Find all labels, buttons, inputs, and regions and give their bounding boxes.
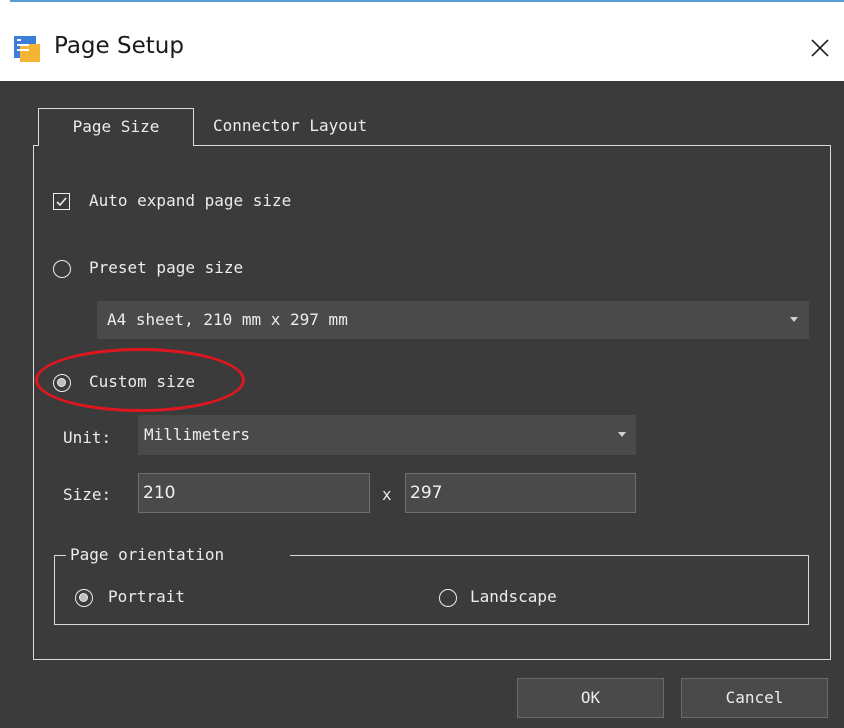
title-bar-accent-line	[10, 0, 844, 2]
chevron-down-icon	[790, 317, 798, 322]
preset-size-label[interactable]: Preset page size	[89, 258, 243, 277]
close-icon[interactable]	[800, 28, 840, 68]
auto-expand-label[interactable]: Auto expand page size	[89, 191, 291, 210]
landscape-radio[interactable]	[439, 589, 457, 607]
unit-label: Unit:	[63, 428, 112, 447]
height-field[interactable]: 297	[405, 473, 636, 513]
size-label: Size:	[63, 485, 112, 504]
cancel-button[interactable]: Cancel	[681, 678, 828, 718]
unit-select[interactable]: Millimeters	[138, 415, 636, 455]
preset-size-value: A4 sheet, 210 mm x 297 mm	[107, 310, 348, 329]
auto-expand-checkbox[interactable]	[53, 193, 70, 210]
width-field[interactable]: 210	[138, 473, 370, 513]
chevron-down-icon	[618, 432, 626, 437]
tab-connector-layout[interactable]: Connector Layout	[213, 108, 433, 146]
page-orientation-legend: Page orientation	[70, 545, 225, 564]
page-setup-dialog: Page Setup Page Size Connector Layout Au…	[0, 0, 844, 728]
tab-page-size[interactable]: Page Size	[38, 108, 194, 146]
highlight-annotation-ellipse	[35, 348, 245, 412]
size-separator: x	[382, 485, 392, 504]
title-bar: Page Setup	[0, 0, 844, 81]
landscape-label[interactable]: Landscape	[470, 587, 557, 606]
ok-button[interactable]: OK	[517, 678, 664, 718]
portrait-radio[interactable]	[75, 589, 93, 607]
group-border	[290, 555, 809, 556]
portrait-label[interactable]: Portrait	[108, 587, 185, 606]
dialog-title: Page Setup	[54, 33, 184, 59]
unit-value: Millimeters	[144, 425, 250, 444]
preset-size-radio[interactable]	[53, 260, 71, 278]
checkmark-icon	[56, 197, 67, 207]
app-logo-icon	[14, 36, 40, 62]
preset-size-select[interactable]: A4 sheet, 210 mm x 297 mm	[97, 301, 809, 339]
group-border	[54, 555, 66, 556]
